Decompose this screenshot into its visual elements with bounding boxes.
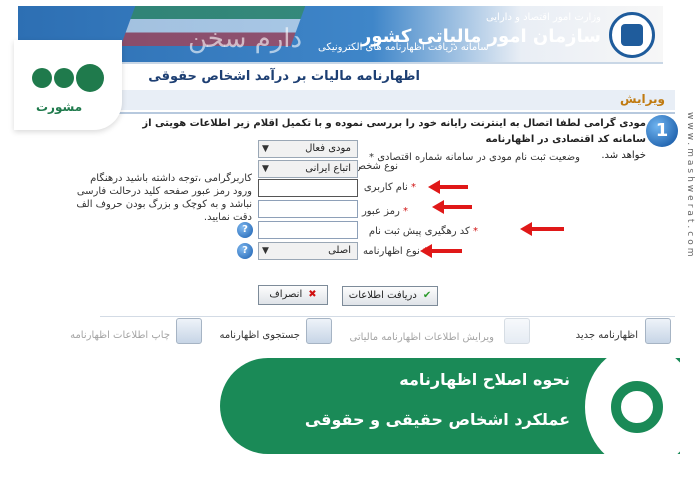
person-type-label: نوع شخص <box>353 161 398 172</box>
toolbar-search-return[interactable]: جستجوی اظهارنامه <box>219 330 300 341</box>
username-input[interactable] <box>258 179 358 197</box>
person-type-select[interactable]: اتباع ایرانی ▼ <box>258 160 358 178</box>
tracking-code-label: * کد رهگیری پیش ثبت نام <box>368 226 478 237</box>
password-input[interactable] <box>258 200 358 218</box>
status-select-value: مودی فعال <box>305 143 351 154</box>
help-icon[interactable]: ? <box>237 222 253 238</box>
help-icon[interactable]: ? <box>237 243 253 259</box>
screenshot-frame: دارم سخن وزارت امور اقتصاد و دارایی سازم… <box>0 0 700 500</box>
person-type-select-value: اتباع ایرانی <box>305 163 351 174</box>
org-logo-icon <box>609 12 655 58</box>
new-document-icon[interactable] <box>645 318 671 344</box>
return-type-label: * نوع اظهارنامه <box>362 246 428 257</box>
header-calligraphy: دارم سخن <box>188 24 303 54</box>
close-icon: ✖ <box>308 289 317 300</box>
status-select[interactable]: مودی فعال ▼ <box>258 140 358 158</box>
search-icon[interactable] <box>306 318 332 344</box>
page-title: اظهارنامه مالیات بر درآمد اشخاص حقوقی <box>148 69 420 84</box>
toolbar-print-info[interactable]: چاپ اطلاعات اظهارنامه <box>70 330 170 341</box>
username-label: * نام کاربری <box>363 182 416 193</box>
check-icon: ✔ <box>422 290 432 301</box>
intro-line-1: مودی گرامی لطفا اتصال به اینترنت رایانه … <box>142 118 646 145</box>
service-title: سامانه دریافت اظهارنامه های الکترونیکی <box>318 42 489 53</box>
brand-logo: مشورت <box>14 40 122 130</box>
chevron-down-icon: ▼ <box>262 144 269 154</box>
divider <box>100 112 675 114</box>
red-arrow-icon <box>420 244 462 258</box>
step-number-badge: 1 <box>646 115 678 147</box>
printer-icon[interactable] <box>176 318 202 344</box>
brand-mark-icon <box>32 64 106 92</box>
red-arrow-icon <box>520 222 564 236</box>
caption-line-1: نحوه اصلاح اظهارنامه <box>399 370 570 389</box>
status-label: وضعیت ثبت نام مودی در سامانه شماره اقتصا… <box>369 152 580 163</box>
side-watermark: www.mashwerat.com <box>685 112 695 260</box>
tracking-code-input[interactable] <box>258 221 358 239</box>
cancel-button[interactable]: ✖انصراف <box>258 285 328 305</box>
return-type-select-value: اصلی <box>328 245 351 256</box>
red-arrow-icon <box>428 180 468 194</box>
tab-edit[interactable]: ویرایش <box>620 92 665 106</box>
toolbar-new-return[interactable]: اظهارنامه جدید <box>576 330 638 341</box>
red-arrow-icon <box>432 200 472 214</box>
return-type-select[interactable]: اصلی ▼ <box>258 242 358 260</box>
edit-document-icon[interactable] <box>504 318 530 344</box>
fetch-info-button[interactable]: ✔دریافت اطلاعات <box>342 286 438 306</box>
brand-name: مشورت <box>36 100 83 114</box>
password-label: * رمز عبور <box>361 206 408 217</box>
chevron-down-icon: ▼ <box>262 164 269 174</box>
password-note: کاربرگرامی ،توجه داشته باشید درهنگام ورو… <box>76 173 252 223</box>
caption-badge <box>585 345 697 469</box>
divider <box>100 316 675 317</box>
chevron-down-icon: ▼ <box>262 246 269 256</box>
toolbar-edit-info[interactable]: ویرایش اطلاعات اظهارنامه مالیاتی <box>349 332 494 343</box>
caption-line-2: عملکرد اشخاص حقیقی و حقوقی <box>304 410 570 429</box>
tab-bar: ویرایش <box>100 90 675 110</box>
org-subtitle: وزارت امور اقتصاد و دارایی <box>485 12 601 23</box>
ring-icon <box>611 381 663 433</box>
